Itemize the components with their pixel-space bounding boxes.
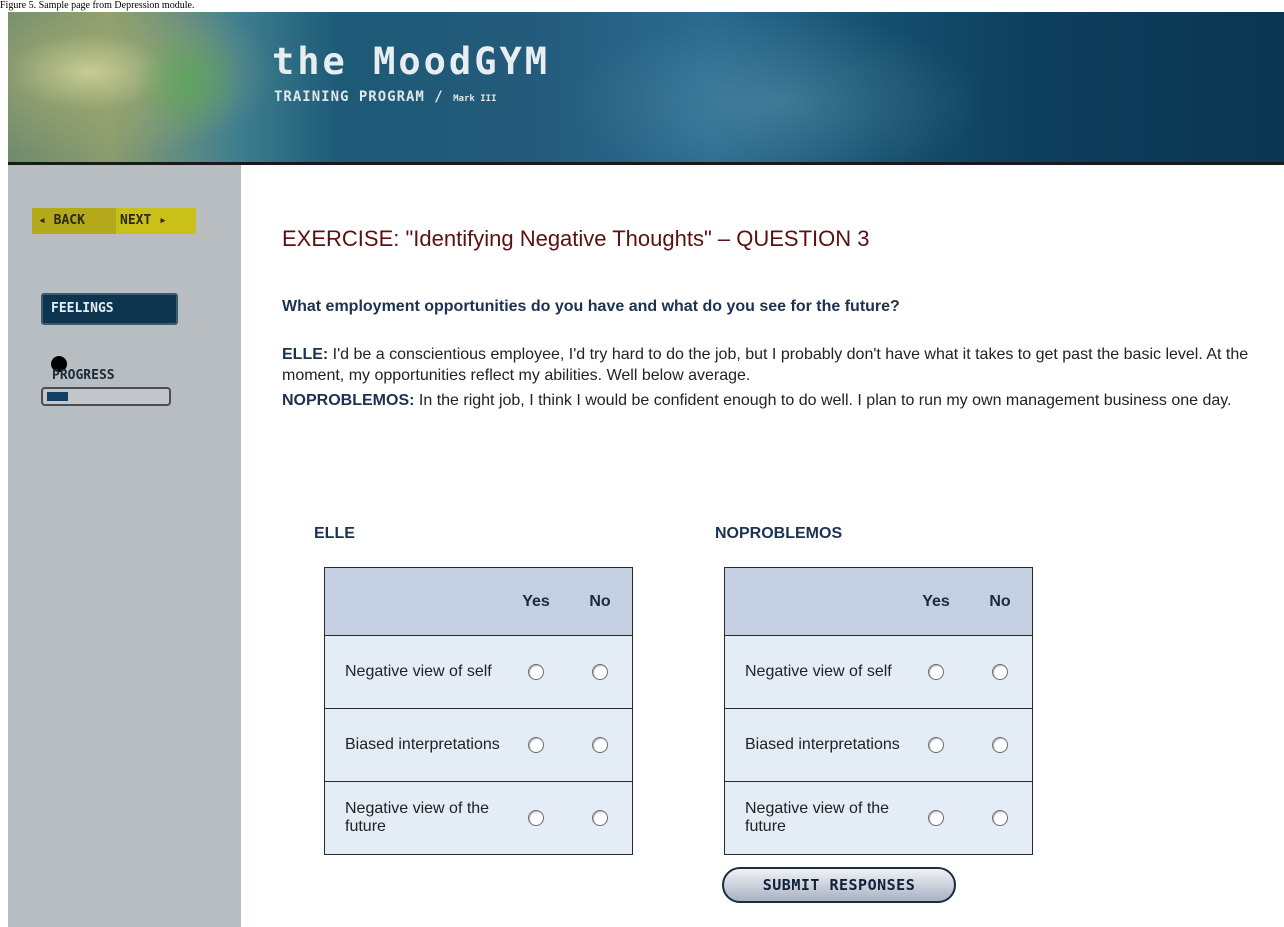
col-no: No xyxy=(968,567,1033,636)
submit-responses-button[interactable]: SUBMIT RESPONSES xyxy=(722,867,956,903)
progress-bar xyxy=(41,387,171,406)
table-label-noproblemos: NOPROBLEMOS xyxy=(715,525,843,542)
progress-label: PROGRESS xyxy=(52,368,115,383)
radio-no[interactable] xyxy=(592,663,608,680)
col-yes: Yes xyxy=(504,567,568,636)
row-label: Negative view of the future xyxy=(724,781,904,855)
question-text: What employment opportunities do you hav… xyxy=(282,298,900,315)
header-image-glow xyxy=(568,12,988,162)
radio-no[interactable] xyxy=(592,736,608,753)
response-text: In the right job, I think I would be con… xyxy=(414,392,1232,409)
table-row: Negative view of the future xyxy=(324,781,633,855)
radio-yes[interactable] xyxy=(528,809,544,826)
sidebar: ◂ BACK NEXT ▸ FEELINGS PROGRESS xyxy=(8,165,241,927)
table-header-row: Yes No xyxy=(324,567,633,636)
radio-no[interactable] xyxy=(592,809,608,826)
radio-yes[interactable] xyxy=(528,736,544,753)
response-text: I'd be a conscientious employee, I'd try… xyxy=(282,346,1249,384)
row-label: Biased interpretations xyxy=(724,708,904,782)
nav-bar: ◂ BACK NEXT ▸ xyxy=(32,208,196,234)
radio-yes[interactable] xyxy=(528,663,544,680)
brand-version: Mark III xyxy=(453,94,497,104)
table-label-elle: ELLE xyxy=(314,525,355,542)
response-paragraph: NOPROBLEMOS: In the right job, I think I… xyxy=(282,390,1280,411)
table-row: Biased interpretations xyxy=(724,708,1033,782)
speaker-name: NOPROBLEMOS: xyxy=(282,392,415,409)
brand-title: the MoodGYM xyxy=(272,40,551,83)
table-header-row: Yes No xyxy=(724,567,1033,636)
radio-no[interactable] xyxy=(992,663,1008,680)
page-title: EXERCISE: "Identifying Negative Thoughts… xyxy=(282,226,870,251)
progress-fill xyxy=(47,392,68,401)
figure-caption: Figure 5. Sample page from Depression mo… xyxy=(0,0,195,11)
brand-subtitle-text: TRAINING PROGRAM / xyxy=(274,89,454,105)
header-image-accent xyxy=(128,22,248,142)
back-button[interactable]: ◂ BACK xyxy=(32,208,116,234)
col-no: No xyxy=(568,567,633,636)
col-yes: Yes xyxy=(904,567,968,636)
row-label: Biased interpretations xyxy=(324,708,504,782)
next-button[interactable]: NEXT ▸ xyxy=(116,208,196,234)
site-header: the MoodGYM TRAINING PROGRAM / Mark III xyxy=(8,12,1284,165)
header-blank xyxy=(724,567,904,636)
header-blank xyxy=(324,567,504,636)
row-label: Negative view of the future xyxy=(324,781,504,855)
noproblemos-response-table: Yes No Negative view of self Biased inte… xyxy=(724,567,1033,855)
row-label: Negative view of self xyxy=(724,635,904,709)
table-row: Negative view of self xyxy=(324,635,633,709)
radio-yes[interactable] xyxy=(928,809,944,826)
radio-yes[interactable] xyxy=(928,736,944,753)
radio-no[interactable] xyxy=(992,809,1008,826)
speaker-name: ELLE: xyxy=(282,346,329,363)
table-row: Negative view of the future xyxy=(724,781,1033,855)
row-label: Negative view of self xyxy=(324,635,504,709)
elle-response-table: Yes No Negative view of self Biased inte… xyxy=(324,567,633,855)
radio-yes[interactable] xyxy=(928,663,944,680)
table-row: Negative view of self xyxy=(724,635,1033,709)
radio-no[interactable] xyxy=(992,736,1008,753)
module-feelings-button[interactable]: FEELINGS xyxy=(41,293,178,325)
table-row: Biased interpretations xyxy=(324,708,633,782)
brand-subtitle: TRAINING PROGRAM / Mark III xyxy=(274,89,497,105)
response-paragraph: ELLE: I'd be a conscientious employee, I… xyxy=(282,344,1280,386)
